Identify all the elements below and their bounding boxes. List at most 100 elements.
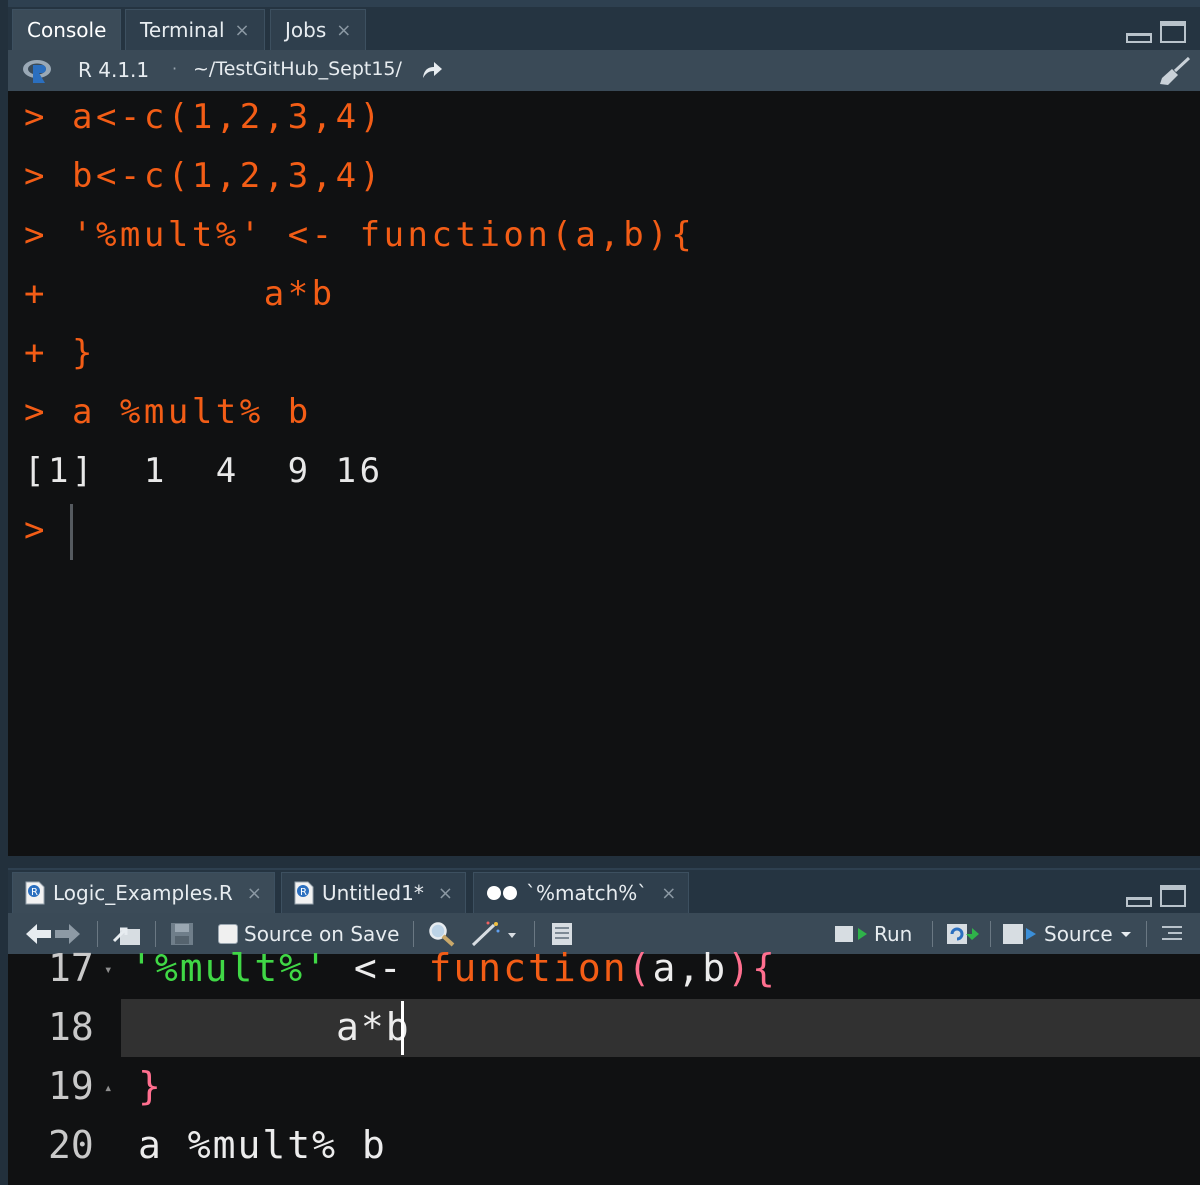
save-glyph (171, 923, 193, 945)
minimize-icon[interactable] (1126, 33, 1152, 43)
magic-wand-icon[interactable] (470, 919, 518, 949)
source-icon (1003, 924, 1036, 944)
close-icon[interactable]: × (235, 20, 250, 41)
forward-icon[interactable] (55, 924, 80, 944)
show-in-window-icon[interactable] (112, 919, 142, 949)
run-label: Run (874, 922, 913, 946)
line-number: 17 (48, 946, 94, 990)
save-icon[interactable] (170, 919, 194, 949)
editor-tabbar: R Logic_Examples.R × R Untitled1* × `%ma… (8, 868, 1200, 913)
console-line: > '%mult%' <- function(a,b){ (24, 215, 696, 255)
pane-controls (1126, 21, 1186, 43)
maximize-icon[interactable] (1160, 21, 1186, 43)
pane-controls (1126, 885, 1186, 907)
operator-token: <- (329, 946, 429, 990)
tab-label: Jobs (285, 18, 327, 42)
run-button[interactable]: Run (834, 919, 912, 949)
console-cursor (70, 504, 73, 560)
outline-glyph (1162, 926, 1182, 940)
tab-match-viewer[interactable]: `%match%` × (473, 872, 690, 913)
toolbar-divider (534, 921, 535, 947)
line-number: 18 (48, 1005, 94, 1049)
console-line: + } (24, 333, 96, 373)
fold-down-icon[interactable]: ▾ (104, 962, 112, 978)
args-token: a,b (652, 946, 728, 990)
console-tabbar: Console Terminal × Jobs × (8, 0, 1200, 50)
outline-icon[interactable] (1160, 919, 1184, 949)
source-label: Source (1044, 922, 1113, 946)
minimize-icon[interactable] (1126, 897, 1152, 907)
code-line-19: } (138, 1064, 163, 1108)
close-icon[interactable]: × (438, 883, 453, 904)
code-line-18: a*b (336, 1005, 411, 1049)
console-line: > b<-c(1,2,3,4) (24, 156, 384, 196)
code-line-20: a %mult% b (138, 1123, 387, 1167)
rerun-icon[interactable] (946, 919, 980, 949)
string-token: '%mult%' (130, 946, 330, 990)
r-file-icon: R (294, 881, 314, 905)
paren-token: ( (627, 946, 653, 990)
tab-logic-examples[interactable]: R Logic_Examples.R × (12, 872, 275, 913)
show-in-window-glyph (112, 927, 140, 945)
broom-icon[interactable] (1158, 56, 1192, 86)
line-number: 19 (48, 1064, 94, 1108)
line-number: 20 (48, 1123, 94, 1167)
console-infobar: R 4.1.1 · ~/TestGitHub_Sept15/ (8, 50, 1200, 91)
notebook-glyph (552, 923, 572, 945)
tab-label: Untitled1* (322, 881, 424, 905)
maximize-icon[interactable] (1160, 885, 1186, 907)
console-line: > a %mult% b (24, 392, 312, 432)
console-result: [1] 1 4 9 16 (24, 451, 384, 491)
working-directory: ~/TestGitHub_Sept15/ (193, 58, 402, 80)
toolbar-divider (990, 921, 991, 947)
tab-label: Logic_Examples.R (53, 881, 233, 905)
toolbar-divider (97, 921, 98, 947)
code-line-17: '%mult%' <- function(a,b){ (130, 946, 777, 990)
toolbar-divider (1146, 921, 1147, 947)
source-on-save-toggle[interactable]: Source on Save (218, 919, 399, 949)
console-output[interactable]: > a<-c(1,2,3,4) > b<-c(1,2,3,4) > '%mult… (8, 91, 1200, 856)
tab-label: Terminal (140, 18, 225, 42)
close-icon[interactable]: × (247, 883, 262, 904)
fold-up-icon[interactable]: ▴ (104, 1080, 112, 1096)
console-line: > a<-c(1,2,3,4) (24, 97, 384, 137)
rerun-glyph (947, 924, 979, 944)
tab-untitled1[interactable]: R Untitled1* × (281, 872, 466, 913)
nav-buttons (24, 919, 82, 949)
share-arrow-icon[interactable] (421, 60, 443, 80)
brace-token: { (752, 946, 777, 990)
paren-token: ) (727, 946, 752, 990)
binoculars-icon (487, 886, 517, 900)
tab-console[interactable]: Console (12, 9, 122, 50)
svg-text:R: R (300, 887, 307, 898)
active-line-highlight (121, 999, 1200, 1057)
back-icon[interactable] (26, 924, 51, 944)
separator: · (172, 59, 178, 78)
console-line: + a*b (24, 274, 336, 314)
search-icon[interactable] (428, 919, 456, 949)
close-icon[interactable]: × (336, 20, 351, 41)
svg-text:R: R (31, 887, 38, 898)
text-cursor (401, 1001, 404, 1055)
source-editor-pane: R Logic_Examples.R × R Untitled1* × `%ma… (8, 868, 1200, 1185)
close-icon[interactable]: × (661, 883, 676, 904)
source-on-save-checkbox[interactable] (218, 924, 238, 944)
r-file-icon: R (25, 881, 45, 905)
source-on-save-label: Source on Save (244, 922, 400, 946)
code-editor[interactable]: 17 ▾ 18 19 ▴ 20 '%mult%' <- function(a,b… (8, 946, 1200, 1185)
tab-jobs[interactable]: Jobs × (270, 9, 367, 50)
source-button[interactable]: Source (1002, 919, 1133, 949)
tab-label: `%match%` (526, 881, 648, 905)
notebook-icon[interactable] (549, 919, 575, 949)
tab-terminal[interactable]: Terminal × (125, 9, 265, 50)
tab-label: Console (27, 18, 107, 42)
keyword-token: function (428, 946, 628, 990)
run-icon (835, 926, 867, 942)
line-gutter: 17 ▾ 18 19 ▴ 20 (8, 946, 121, 1185)
r-version-label: R 4.1.1 (78, 58, 150, 82)
r-logo-icon (23, 60, 51, 83)
rstudio-window: Console Terminal × Jobs × R 4.1.1 · ~/Te… (0, 0, 1200, 1185)
console-prompt: > (24, 510, 48, 550)
chevron-down-icon[interactable] (1119, 929, 1133, 939)
toolbar-divider (155, 921, 156, 947)
